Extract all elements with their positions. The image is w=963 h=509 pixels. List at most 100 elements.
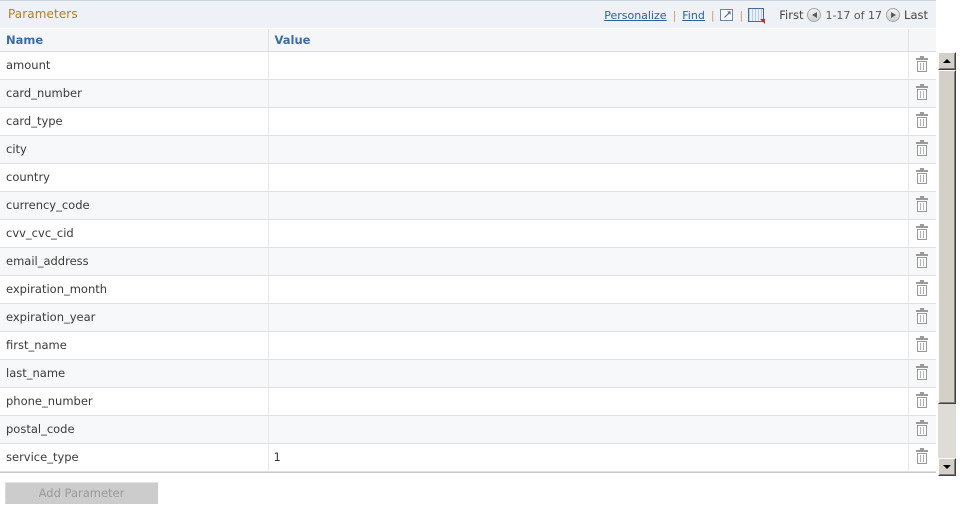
- expand-icon[interactable]: [719, 8, 736, 22]
- delete-row-cell: [908, 247, 936, 276]
- pager-last-link[interactable]: Last: [904, 8, 928, 22]
- parameter-value-cell[interactable]: 1: [268, 443, 909, 472]
- toolbar-separator-2: |: [710, 8, 715, 22]
- table-row: email_address: [0, 247, 936, 276]
- parameter-name-cell: expiration_year: [0, 303, 269, 332]
- delete-row-cell: [908, 51, 936, 80]
- column-header-value[interactable]: Value: [268, 29, 909, 52]
- parameter-name-cell: currency_code: [0, 191, 269, 220]
- delete-row-cell: [908, 275, 936, 304]
- parameter-value-cell[interactable]: [268, 303, 909, 332]
- table-row: currency_code: [0, 191, 936, 220]
- trash-icon[interactable]: [916, 140, 929, 157]
- table-row: service_type 1: [0, 443, 936, 472]
- parameters-grid: Parameters Personalize | Find | | First …: [0, 0, 936, 473]
- trash-icon[interactable]: [916, 280, 929, 297]
- parameter-value-cell[interactable]: [268, 275, 909, 304]
- parameter-value-cell[interactable]: [268, 163, 909, 192]
- delete-row-cell: [908, 359, 936, 388]
- personalize-link[interactable]: Personalize: [602, 9, 668, 22]
- scroll-up-arrow-icon[interactable]: [938, 52, 956, 70]
- trash-icon[interactable]: [916, 308, 929, 325]
- table-row: amount: [0, 51, 936, 80]
- trash-icon[interactable]: [916, 112, 929, 129]
- pager-range-label: 1-17 of 17: [825, 8, 883, 22]
- trash-icon[interactable]: [916, 252, 929, 269]
- column-header-delete: [908, 29, 936, 52]
- table-row: phone_number: [0, 387, 936, 416]
- parameter-name-cell: postal_code: [0, 415, 269, 444]
- scroll-down-arrow-icon[interactable]: [938, 458, 956, 476]
- parameter-name-cell: service_type: [0, 443, 269, 472]
- parameter-name-cell: phone_number: [0, 387, 269, 416]
- delete-row-cell: [908, 219, 936, 248]
- trash-icon[interactable]: [916, 56, 929, 73]
- trash-icon[interactable]: [916, 448, 929, 465]
- toolbar-separator-3: |: [739, 8, 744, 22]
- trash-icon[interactable]: [916, 168, 929, 185]
- delete-row-cell: [908, 387, 936, 416]
- parameter-name-cell: cvv_cvc_cid: [0, 219, 269, 248]
- find-link[interactable]: Find: [680, 9, 707, 22]
- scrollbar-thumb[interactable]: [938, 70, 956, 404]
- table-body: amount card_number card_type city country cur…: [0, 51, 936, 472]
- parameter-name-cell: country: [0, 163, 269, 192]
- trash-icon[interactable]: [916, 84, 929, 101]
- delete-row-cell: [908, 163, 936, 192]
- scrollbar-track[interactable]: [938, 70, 956, 458]
- parameter-name-cell: email_address: [0, 247, 269, 276]
- parameter-name-cell: first_name: [0, 331, 269, 360]
- table-row: first_name: [0, 331, 936, 360]
- parameter-name-cell: last_name: [0, 359, 269, 388]
- parameter-value-cell[interactable]: [268, 51, 909, 80]
- parameter-value-cell[interactable]: [268, 415, 909, 444]
- parameter-name-cell: amount: [0, 51, 269, 80]
- trash-icon[interactable]: [916, 364, 929, 381]
- parameter-value-cell[interactable]: [268, 191, 909, 220]
- toolbar-separator-1: |: [672, 8, 677, 22]
- column-header-name[interactable]: Name: [0, 29, 269, 52]
- grid-pager: First 1-17 of 17 Last: [779, 8, 928, 22]
- parameter-value-cell[interactable]: [268, 247, 909, 276]
- grid-bottom-border: [0, 471, 936, 473]
- delete-row-cell: [908, 443, 936, 472]
- trash-icon[interactable]: [916, 224, 929, 241]
- table-row: country: [0, 163, 936, 192]
- grid-toolbar: Personalize | Find | | First 1-17 of 17 …: [602, 1, 934, 29]
- delete-row-cell: [908, 415, 936, 444]
- grid-actions: Add Parameter: [5, 482, 158, 504]
- trash-icon[interactable]: [916, 336, 929, 353]
- parameter-value-cell[interactable]: [268, 107, 909, 136]
- previous-arrow-icon[interactable]: [807, 8, 822, 22]
- download-grid-icon-glyph: [748, 7, 766, 24]
- parameter-name-cell: city: [0, 135, 269, 164]
- trash-icon[interactable]: [916, 392, 929, 409]
- parameters-table: Name Value amount card_number card_type cit…: [0, 29, 936, 472]
- parameter-value-cell[interactable]: [268, 387, 909, 416]
- parameter-value-cell[interactable]: [268, 79, 909, 108]
- table-row: expiration_year: [0, 303, 936, 332]
- grid-title: Parameters: [8, 7, 78, 21]
- parameter-value-cell[interactable]: [268, 135, 909, 164]
- parameter-name-cell: expiration_month: [0, 275, 269, 304]
- parameter-name-cell: card_type: [0, 107, 269, 136]
- table-row: last_name: [0, 359, 936, 388]
- trash-icon[interactable]: [916, 196, 929, 213]
- parameter-value-cell[interactable]: [268, 219, 909, 248]
- trash-icon[interactable]: [916, 420, 929, 437]
- parameter-value-cell[interactable]: [268, 331, 909, 360]
- add-parameter-button[interactable]: Add Parameter: [5, 482, 158, 504]
- parameter-name-cell: card_number: [0, 79, 269, 108]
- expand-icon-glyph: [719, 8, 735, 22]
- pager-first-link[interactable]: First: [779, 8, 803, 22]
- table-row: card_number: [0, 79, 936, 108]
- download-to-spreadsheet-icon[interactable]: [747, 7, 766, 24]
- table-row: card_type: [0, 107, 936, 136]
- parameter-value-cell[interactable]: [268, 359, 909, 388]
- next-arrow-icon[interactable]: [886, 8, 901, 22]
- delete-row-cell: [908, 135, 936, 164]
- table-row: cvv_cvc_cid: [0, 219, 936, 248]
- vertical-scrollbar[interactable]: [937, 52, 956, 476]
- delete-row-cell: [908, 79, 936, 108]
- table-row: city: [0, 135, 936, 164]
